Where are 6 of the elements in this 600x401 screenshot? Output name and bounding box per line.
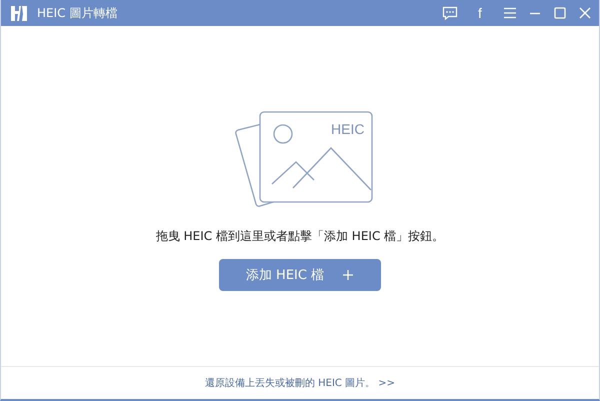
recover-link[interactable]: 還原設備上丟失或被刪的 HEIC 圖片。 >> <box>204 376 396 390</box>
add-file-button[interactable]: 添加 HEIC 檔 <box>219 259 381 291</box>
facebook-button[interactable]: f <box>472 5 488 21</box>
instruction-text: 拖曳 HEIC 檔到這里或者點擊「添加 HEIC 檔」按鈕。 <box>156 228 444 245</box>
image-label: HEIC <box>331 121 364 137</box>
window-title: HEIC 圖片轉檔 <box>37 4 118 22</box>
